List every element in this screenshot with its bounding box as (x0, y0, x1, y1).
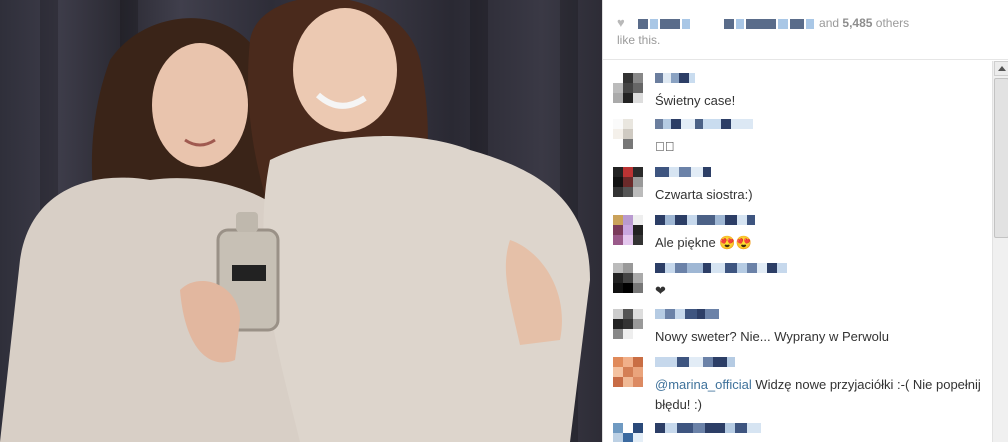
liker-username-blurred[interactable] (745, 18, 776, 29)
comments-panel: ♥ and 5,485 others like this. Świetny ca… (602, 0, 1008, 442)
liker-username-blurred[interactable] (723, 18, 734, 29)
comment-username-blurred[interactable] (655, 357, 735, 369)
comment-username-blurred[interactable] (655, 215, 755, 227)
comment-item: Nowy sweter? Nie... Wyprany w Perwolu (613, 309, 993, 349)
avatar[interactable] (613, 357, 643, 387)
comment-username-blurred[interactable] (655, 309, 719, 321)
comment-mention[interactable]: @marina_official (655, 377, 752, 392)
liker-username-blurred[interactable] (789, 18, 804, 29)
liker-username-blurred[interactable] (660, 18, 681, 29)
comment-username-blurred[interactable] (655, 263, 787, 275)
avatar[interactable] (613, 73, 643, 103)
comment-text: ❤ (655, 283, 666, 298)
scroll-thumb[interactable] (994, 78, 1008, 238)
post-photo[interactable] (0, 0, 602, 442)
avatar[interactable] (613, 309, 643, 339)
photo-illustration (0, 0, 590, 442)
comment-username-blurred[interactable] (655, 73, 695, 85)
comment-username-blurred[interactable] (655, 423, 761, 435)
scroll-up-arrow-icon[interactable] (994, 61, 1008, 76)
avatar[interactable] (613, 263, 643, 293)
liker-username-blurred[interactable] (650, 18, 659, 29)
likes-and-text: and (819, 16, 840, 30)
comment-text: Nowy sweter? Nie... Wyprany w Perwolu (655, 329, 889, 344)
comment-item: Ale piękne 😍😍 (613, 215, 993, 255)
likes-count[interactable]: 5,485 (842, 16, 872, 30)
comment-text: Świetny case! (655, 93, 736, 108)
heart-icon[interactable]: ♥ (617, 14, 629, 31)
comment-item (613, 423, 993, 442)
liker-username-blurred[interactable] (777, 18, 788, 29)
liker-username-blurred[interactable] (735, 18, 744, 29)
comment-text: Ale piękne 😍😍 (655, 235, 752, 250)
likes-line2: like this. (617, 33, 661, 47)
comment-text: ❤🏻 (655, 139, 675, 154)
comments-scrollbar[interactable] (992, 61, 1008, 442)
comment-item: ❤🏻 (613, 119, 993, 159)
likes-summary: ♥ and 5,485 others like this. (603, 0, 1008, 60)
comment-item: @marina_official Widzę nowe przyjaciółki… (613, 357, 993, 417)
comment-username-blurred[interactable] (655, 119, 753, 131)
avatar[interactable] (613, 119, 643, 149)
comment-text: @marina_official Widzę nowe przyjaciółki… (655, 377, 981, 412)
comment-list: Świetny case! ❤🏻 Czwarta siostra:) Ale p… (603, 61, 993, 442)
avatar[interactable] (613, 215, 643, 245)
comment-item: Czwarta siostra:) (613, 167, 993, 207)
comment-text: Czwarta siostra:) (655, 187, 753, 202)
liker-username-blurred[interactable] (805, 18, 814, 29)
likes-others-text: others (875, 16, 910, 30)
comment-item: ❤ (613, 263, 993, 303)
avatar[interactable] (613, 167, 643, 197)
liker-username-blurred[interactable] (638, 18, 649, 29)
avatar[interactable] (613, 423, 643, 442)
comment-item: Świetny case! (613, 73, 993, 113)
comment-username-blurred[interactable] (655, 167, 711, 179)
liker-username-blurred[interactable] (682, 18, 691, 29)
